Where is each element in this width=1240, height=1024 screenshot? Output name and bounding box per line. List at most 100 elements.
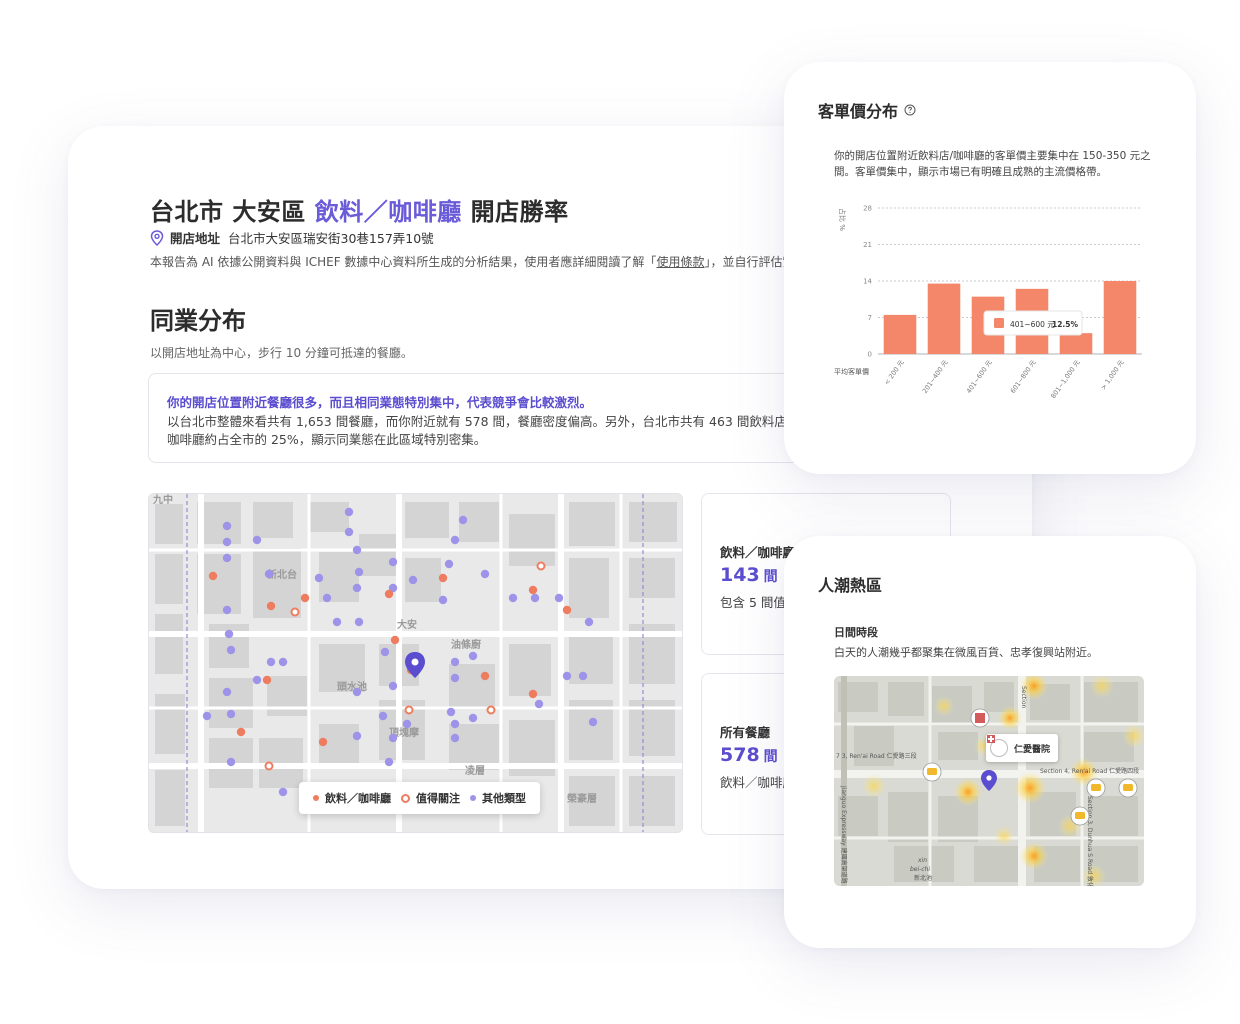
bar[interactable] (883, 314, 917, 354)
other-restaurant-dot[interactable] (588, 717, 598, 727)
bus-stop-icon[interactable] (1086, 778, 1106, 798)
drink-shop-dot[interactable] (266, 601, 276, 611)
other-restaurant-dot[interactable] (450, 657, 460, 667)
other-restaurant-dot[interactable] (444, 559, 454, 569)
featured-shop-ring[interactable] (404, 705, 414, 715)
other-restaurant-dot[interactable] (266, 657, 276, 667)
other-restaurant-dot[interactable] (354, 617, 364, 627)
other-restaurant-dot[interactable] (450, 733, 460, 743)
other-restaurant-dot[interactable] (384, 757, 394, 767)
other-restaurant-dot[interactable] (224, 629, 234, 639)
featured-shop-ring[interactable] (536, 561, 546, 571)
drink-shop-dot[interactable] (262, 675, 272, 685)
x-tick-label: 601~800 元 (1009, 358, 1038, 395)
drink-shop-dot[interactable] (300, 593, 310, 603)
other-restaurant-dot[interactable] (388, 733, 398, 743)
other-restaurant-dot[interactable] (378, 711, 388, 721)
drink-shop-dot[interactable] (384, 589, 394, 599)
other-restaurant-dot[interactable] (352, 583, 362, 593)
other-restaurant-dot[interactable] (402, 719, 412, 729)
address-label: 開店地址 (170, 231, 221, 246)
other-restaurant-dot[interactable] (446, 707, 456, 717)
hospital-label[interactable]: 仁愛醫院 (986, 734, 1059, 762)
other-restaurant-dot[interactable] (438, 595, 448, 605)
drink-shop-dot[interactable] (480, 671, 490, 681)
bus-stop-icon[interactable] (922, 762, 942, 782)
other-restaurant-dot[interactable] (388, 557, 398, 567)
heat-map[interactable]: 7 3, Ren'ai Road 仁愛路三段 Section 4, Ren'ai… (834, 676, 1144, 886)
bar[interactable] (1103, 281, 1137, 354)
other-restaurant-dot[interactable] (530, 593, 540, 603)
bus-stop-icon[interactable] (1118, 778, 1138, 798)
bar[interactable] (1059, 333, 1093, 354)
other-restaurant-dot[interactable] (458, 515, 468, 525)
other-restaurant-dot[interactable] (380, 647, 390, 657)
drink-shop-dot[interactable] (528, 689, 538, 699)
other-restaurant-dot[interactable] (222, 553, 232, 563)
other-restaurant-dot[interactable] (468, 713, 478, 723)
other-restaurant-dot[interactable] (252, 535, 262, 545)
stat-drink-number: 143 (720, 564, 760, 586)
competitor-map[interactable]: 九中 新北台 大安 油條廚 頭水池 頂塊摩 凌層 榮豪層 飲料／咖啡廳 值得關注… (148, 493, 683, 833)
other-restaurant-dot[interactable] (578, 671, 588, 681)
x-tick-label: 801~1,000 元 (1049, 358, 1082, 400)
drink-shop-dot[interactable] (562, 605, 572, 615)
drink-shop-dot[interactable] (438, 573, 448, 583)
other-restaurant-dot[interactable] (352, 545, 362, 555)
other-restaurant-dot[interactable] (252, 675, 262, 685)
other-restaurant-dot[interactable] (226, 645, 236, 655)
featured-shop-ring[interactable] (264, 761, 274, 771)
other-restaurant-dot[interactable] (388, 681, 398, 691)
other-restaurant-dot[interactable] (408, 575, 418, 585)
other-restaurant-dot[interactable] (450, 535, 460, 545)
other-restaurant-dot[interactable] (352, 687, 362, 697)
other-restaurant-dot[interactable] (480, 569, 490, 579)
district-label-a: xin (917, 857, 927, 864)
legend-drink: 飲料／咖啡廳 (325, 792, 391, 805)
other-restaurant-dot[interactable] (554, 593, 564, 603)
x-axis-ticks: < 200 元 201~400 元 401~600 元 601~800 元 801~1,… (883, 358, 1126, 400)
help-icon[interactable] (904, 104, 916, 116)
drink-shop-dot[interactable] (208, 571, 218, 581)
other-restaurant-dot[interactable] (354, 567, 364, 577)
hospital-icon[interactable] (970, 708, 990, 728)
other-restaurant-dot[interactable] (226, 709, 236, 719)
other-restaurant-dot[interactable] (278, 787, 288, 797)
drink-shop-dot[interactable] (318, 737, 328, 747)
disclaimer: 本報告為 AI 依據公開資料與 ICHEF 數據中心資料所生成的分析結果，使用者… (150, 253, 806, 270)
other-restaurant-dot[interactable] (226, 757, 236, 767)
other-restaurant-dot[interactable] (322, 593, 332, 603)
map-label-c: 大安 (397, 618, 417, 631)
map-label-g: 凌層 (465, 764, 485, 777)
other-restaurant-dot[interactable] (562, 671, 572, 681)
other-restaurant-dot[interactable] (508, 593, 518, 603)
other-restaurant-dot[interactable] (222, 605, 232, 615)
bar[interactable] (927, 283, 961, 354)
price-bar-chart: 占比 % 0 7 14 21 28 < 200 元 201~400 元 401~600 元 6… (834, 205, 1142, 400)
other-restaurant-dot[interactable] (450, 719, 460, 729)
featured-shop-ring[interactable] (290, 607, 300, 617)
other-restaurant-dot[interactable] (584, 617, 594, 627)
x-tick-label: 201~400 元 (921, 358, 950, 395)
other-restaurant-dot[interactable] (450, 673, 460, 683)
drink-shop-dot[interactable] (390, 635, 400, 645)
other-restaurant-dot[interactable] (314, 573, 324, 583)
stat-drink-label: 飲料／咖啡廳 (720, 545, 796, 560)
featured-shop-ring[interactable] (486, 705, 496, 715)
other-restaurant-dot[interactable] (332, 617, 342, 627)
other-restaurant-dot[interactable] (534, 699, 544, 709)
other-restaurant-dot[interactable] (264, 569, 274, 579)
drink-shop-dot[interactable] (236, 727, 246, 737)
other-restaurant-dot[interactable] (222, 537, 232, 547)
other-restaurant-dot[interactable] (344, 527, 354, 537)
other-restaurant-dot[interactable] (222, 687, 232, 697)
bus-stop-icon[interactable] (1070, 806, 1090, 826)
other-restaurant-dot[interactable] (344, 507, 354, 517)
other-restaurant-dot[interactable] (468, 651, 478, 661)
other-restaurant-dot[interactable] (352, 731, 362, 741)
terms-link[interactable]: 使用條款 (656, 255, 704, 269)
other-restaurant-dot[interactable] (278, 657, 288, 667)
drink-shop-dot[interactable] (528, 585, 538, 595)
other-restaurant-dot[interactable] (202, 711, 212, 721)
other-restaurant-dot[interactable] (222, 521, 232, 531)
